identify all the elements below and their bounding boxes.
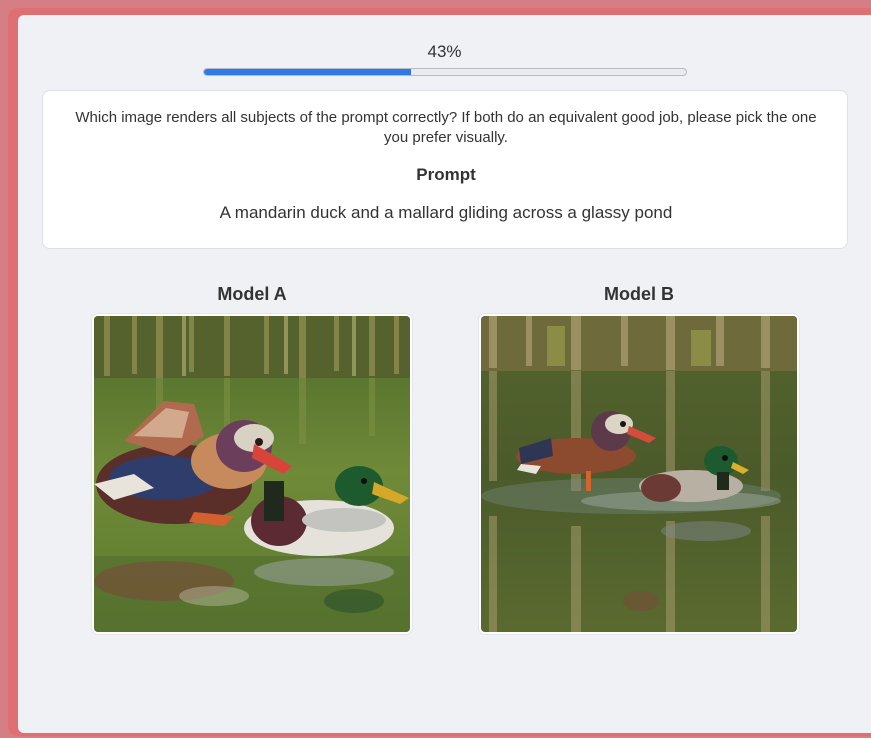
progress-bar-fill (204, 69, 412, 75)
model-b-image-picture (481, 316, 797, 632)
model-b-title: Model B (604, 284, 674, 304)
model-a-title: Model A (217, 284, 287, 304)
model-a-image-picture (94, 316, 410, 632)
prompt-heading: Prompt (416, 165, 476, 184)
progress-label: 43% (427, 42, 462, 61)
progress-bar (203, 68, 687, 76)
question-text: Which image renders all subjects of the … (75, 109, 817, 146)
model-a-image[interactable] (92, 314, 412, 634)
prompt-text: A mandarin duck and a mallard gliding ac… (219, 203, 673, 222)
model-b-image[interactable] (479, 314, 799, 634)
question-card: Which image renders all subjects of the … (42, 90, 848, 249)
